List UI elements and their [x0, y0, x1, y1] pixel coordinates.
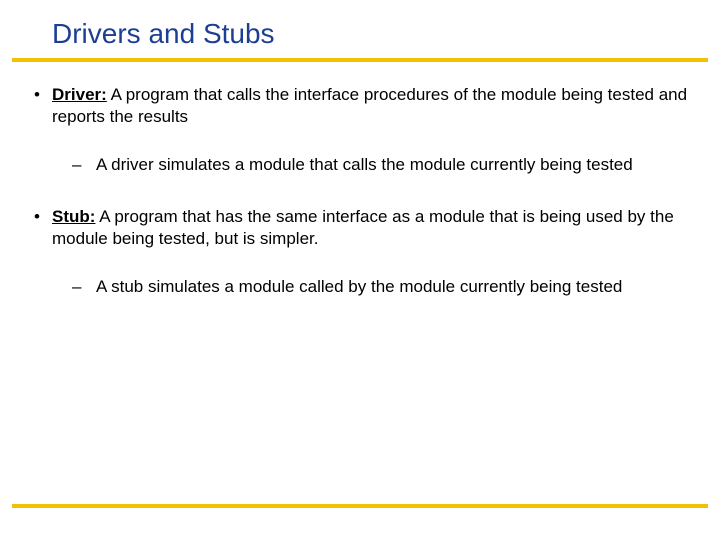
- sub-bullet-marker: –: [72, 154, 96, 176]
- bullet-text: Stub: A program that has the same interf…: [52, 206, 692, 250]
- term-label: Driver:: [52, 85, 107, 104]
- sub-bullet-item: – A stub simulates a module called by th…: [72, 276, 692, 298]
- sub-bullet-text: A driver simulates a module that calls t…: [96, 154, 692, 176]
- bullet-marker: •: [28, 84, 52, 128]
- footer-underline: [12, 504, 708, 508]
- sub-bullet-item: – A driver simulates a module that calls…: [72, 154, 692, 176]
- bullet-marker: •: [28, 206, 52, 250]
- slide-content: • Driver: A program that calls the inter…: [0, 62, 720, 299]
- bullet-item: • Driver: A program that calls the inter…: [28, 84, 692, 128]
- sub-bullet-text: A stub simulates a module called by the …: [96, 276, 692, 298]
- term-label: Stub:: [52, 207, 95, 226]
- sub-bullet-marker: –: [72, 276, 96, 298]
- bullet-body: A program that calls the interface proce…: [52, 85, 687, 126]
- bullet-text: Driver: A program that calls the interfa…: [52, 84, 692, 128]
- slide-title: Drivers and Stubs: [0, 0, 720, 58]
- bullet-body: A program that has the same interface as…: [52, 207, 674, 248]
- bullet-item: • Stub: A program that has the same inte…: [28, 206, 692, 250]
